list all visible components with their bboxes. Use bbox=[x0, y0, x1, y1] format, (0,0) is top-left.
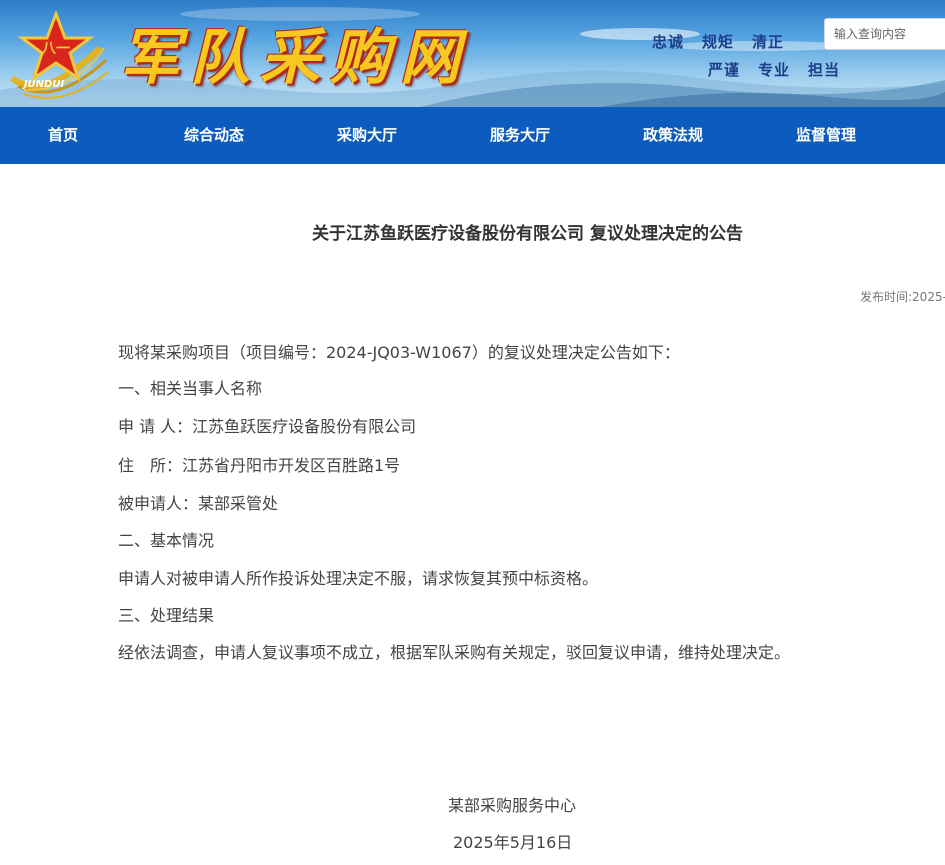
nav-item-home[interactable]: 首页 bbox=[48, 107, 78, 164]
header-banner: 八一 JUNDUI 军队采购网 忠诚 规矩 清正 严谨 专业 担当 bbox=[0, 0, 945, 107]
main-nav: 首页 综合动态 采购大厅 服务大厅 政策法规 监督管理 bbox=[0, 107, 945, 164]
signature-date: 2025年5月16日 bbox=[453, 833, 573, 852]
nav-item-services[interactable]: 服务大厅 bbox=[490, 107, 550, 164]
article-paragraph: 申 请 人：江苏鱼跃医疗设备股份有限公司 bbox=[118, 417, 417, 436]
svg-text:八一: 八一 bbox=[41, 41, 70, 57]
article-paragraph: 一、相关当事人名称 bbox=[118, 379, 263, 398]
nav-item-news[interactable]: 综合动态 bbox=[184, 107, 244, 164]
site-title: 军队采购网 bbox=[120, 23, 470, 93]
article-title: 关于江苏鱼跃医疗设备股份有限公司 复议处理决定的公告 bbox=[312, 224, 743, 244]
emblem-text: JUNDUI bbox=[22, 79, 65, 90]
article-paragraph: 申请人对被申请人所作投诉处理决定不服，请求恢复其预中标资格。 bbox=[118, 569, 599, 588]
signature-org: 某部采购服务中心 bbox=[448, 796, 577, 815]
article-paragraph: 住 所：江苏省丹阳市开发区百胜路1号 bbox=[118, 456, 401, 475]
search-input[interactable] bbox=[824, 18, 945, 50]
slogan-line-1: 忠诚 规矩 清正 bbox=[652, 31, 802, 52]
publish-time: 发布时间:2025- bbox=[860, 290, 945, 304]
article-paragraph: 现将某采购项目（项目编号：2024-JQ03-W1067）的复议处理决定公告如下… bbox=[118, 343, 680, 362]
slogan-word: 规矩 bbox=[702, 33, 735, 51]
article-paragraph: 被申请人：某部采管处 bbox=[118, 494, 279, 513]
nav-item-procurement[interactable]: 采购大厅 bbox=[337, 107, 397, 164]
slogan-line-2: 严谨 专业 担当 bbox=[708, 59, 858, 80]
slogan-word: 忠诚 bbox=[652, 33, 685, 51]
article-paragraph: 经依法调查，申请人复议事项不成立，根据军队采购有关规定，驳回复议申请，维持处理决… bbox=[118, 643, 791, 662]
slogan-word: 担当 bbox=[808, 61, 841, 79]
nav-item-policy[interactable]: 政策法规 bbox=[643, 107, 703, 164]
article-paragraph: 三、处理结果 bbox=[118, 606, 215, 625]
article-paragraph: 二、基本情况 bbox=[118, 531, 215, 550]
slogan-word: 专业 bbox=[758, 61, 791, 79]
army-emblem-logo: 八一 JUNDUI bbox=[10, 9, 109, 99]
slogan-word: 严谨 bbox=[708, 61, 741, 79]
slogan-word: 清正 bbox=[752, 33, 785, 51]
nav-item-supervision[interactable]: 监督管理 bbox=[796, 107, 856, 164]
